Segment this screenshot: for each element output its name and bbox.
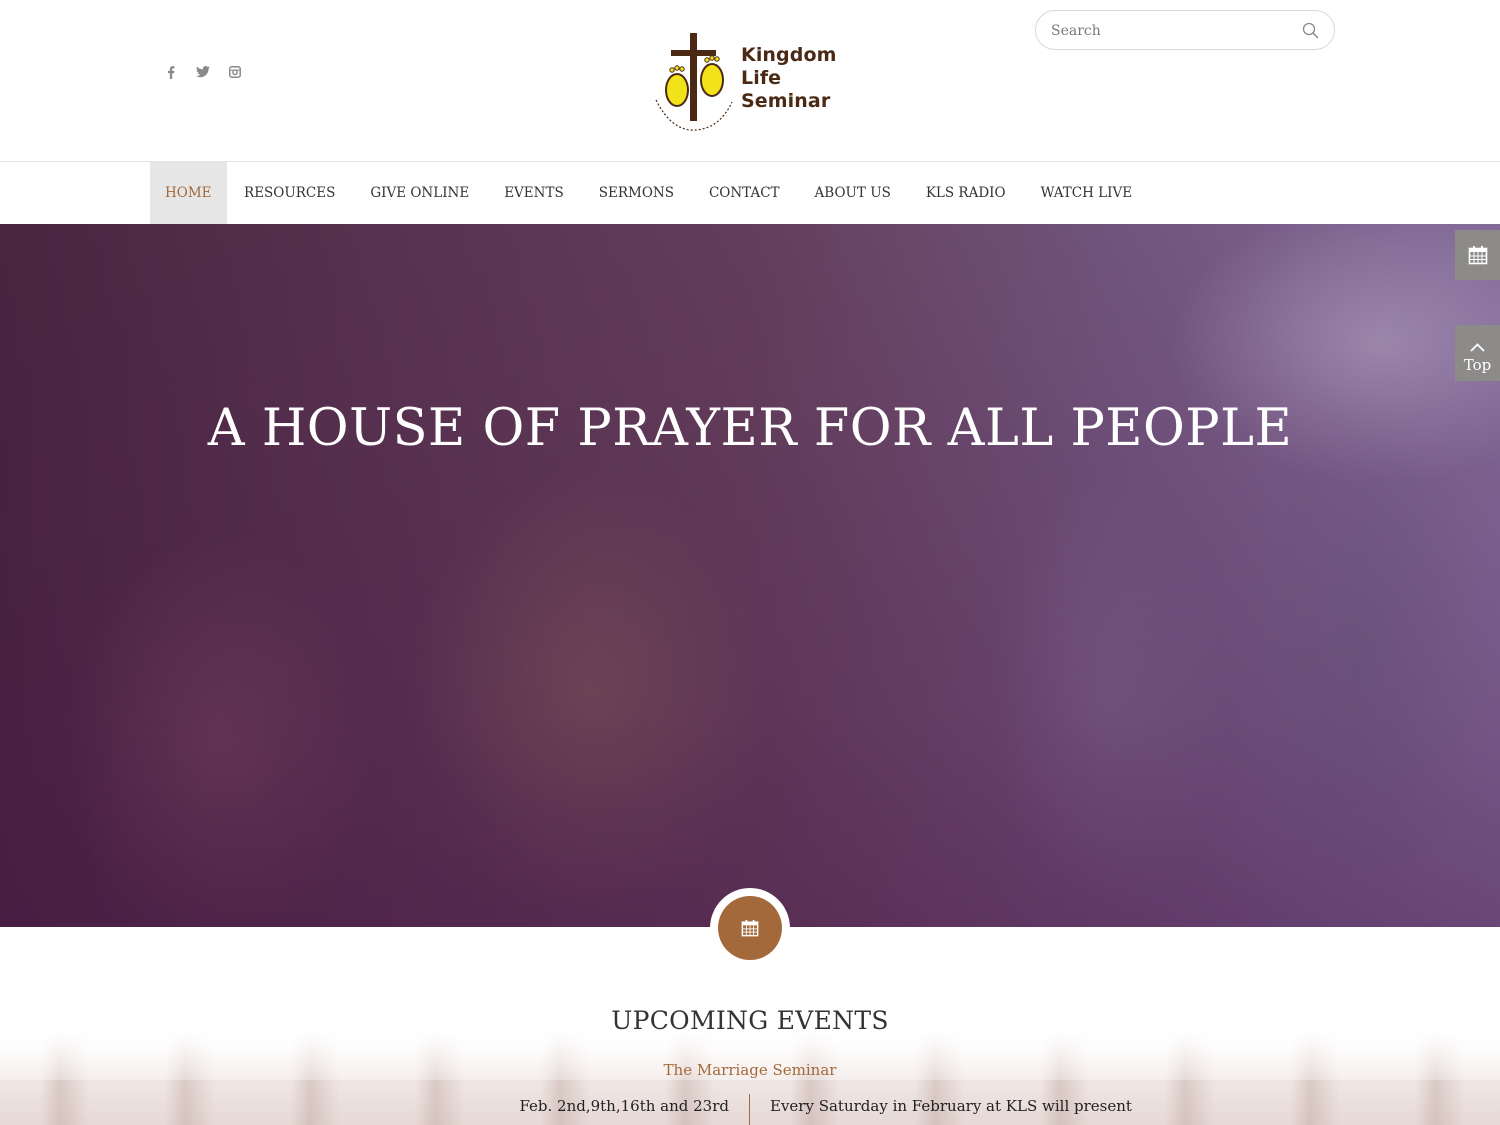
event-description: Every Saturday in February at KLS will p… xyxy=(770,1097,1132,1115)
nav-item-contact[interactable]: CONTACT xyxy=(691,162,797,224)
search-icon[interactable] xyxy=(1302,22,1320,40)
event-divider xyxy=(749,1094,750,1125)
event-title-link[interactable]: The Marriage Seminar xyxy=(0,1061,1500,1079)
logo-line-3: Seminar xyxy=(741,90,831,112)
nav-item-about-us[interactable]: ABOUT US xyxy=(797,162,908,224)
nav-item-events[interactable]: EVENTS xyxy=(487,162,582,224)
chevron-up-icon xyxy=(1470,343,1485,352)
social-links xyxy=(164,64,242,80)
nav-item-give-online[interactable]: GIVE ONLINE xyxy=(353,162,487,224)
nav-item-watch-live[interactable]: WATCH LIVE xyxy=(1023,162,1150,224)
back-to-top-label: Top xyxy=(1463,356,1492,374)
hero-overlay xyxy=(0,224,1500,927)
main-navigation: HOME RESOURCES GIVE ONLINE EVENTS SERMON… xyxy=(0,161,1500,224)
nav-item-home[interactable]: HOME xyxy=(150,162,227,224)
nav-item-sermons[interactable]: SERMONS xyxy=(581,162,691,224)
logo-line-2: Life xyxy=(741,67,782,89)
nav-item-resources[interactable]: RESOURCES xyxy=(227,162,353,224)
search-input[interactable] xyxy=(1051,20,1291,42)
hero-title: A HOUSE OF PRAYER FOR ALL PEOPLE xyxy=(207,399,1293,458)
nav-item-kls-radio[interactable]: KLS RADIO xyxy=(908,162,1023,224)
event-date: Feb. 2nd,9th,16th and 23rd xyxy=(519,1097,729,1115)
site-header: Kingdom Life Seminar xyxy=(0,0,1500,161)
search-box xyxy=(1035,10,1335,50)
instagram-icon[interactable] xyxy=(228,64,242,80)
facebook-icon[interactable] xyxy=(164,64,178,80)
calendar-icon xyxy=(741,919,759,937)
hero-banner: A HOUSE OF PRAYER FOR ALL PEOPLE xyxy=(0,224,1500,927)
logo-emblem xyxy=(655,33,733,131)
twitter-icon[interactable] xyxy=(196,64,210,80)
back-to-top-button[interactable]: Top xyxy=(1455,325,1500,381)
events-badge xyxy=(718,896,782,960)
side-calendar-button[interactable] xyxy=(1455,230,1500,280)
site-logo[interactable]: Kingdom Life Seminar xyxy=(652,30,852,134)
events-section-title: UPCOMING EVENTS xyxy=(611,1006,889,1035)
logo-wordmark: Kingdom Life Seminar xyxy=(741,44,837,113)
logo-line-1: Kingdom xyxy=(741,44,837,66)
calendar-icon xyxy=(1468,246,1487,265)
